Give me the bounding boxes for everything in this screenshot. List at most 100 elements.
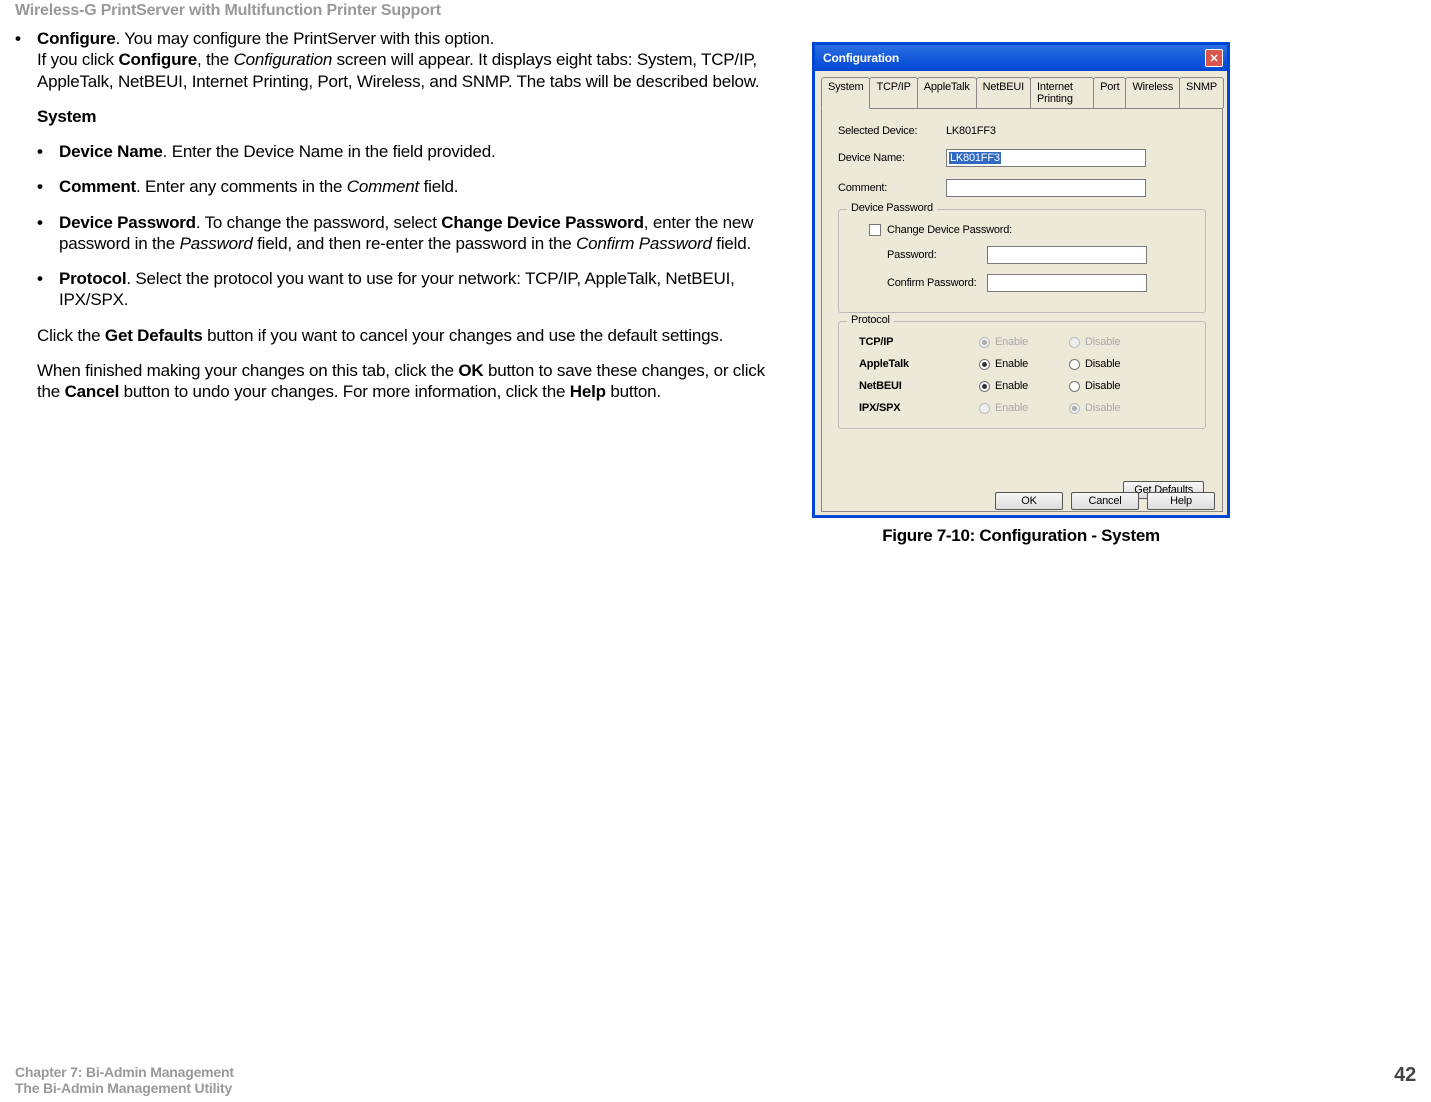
appletalk-disable-radio[interactable] xyxy=(1069,359,1080,370)
protocol-name: NetBEUI xyxy=(859,380,979,392)
configure-line: Configure. You may configure the PrintSe… xyxy=(37,28,775,49)
li-device-name: Device Name. Enter the Device Name in th… xyxy=(59,141,775,162)
appletalk-enable-radio[interactable] xyxy=(979,359,990,370)
page-number: 42 xyxy=(1394,1064,1416,1096)
protocol-name: IPX/SPX xyxy=(859,402,979,414)
confirm-password-label: Confirm Password: xyxy=(887,277,987,289)
bullet-dot: • xyxy=(37,176,59,197)
device-password-legend: Device Password xyxy=(847,202,937,214)
page-footer: Chapter 7: Bi-Admin Management The Bi-Ad… xyxy=(15,1064,1416,1096)
system-heading-text: System xyxy=(37,107,96,126)
bullet-dot: • xyxy=(15,28,37,49)
device-name-input[interactable]: LK801FF3 xyxy=(946,149,1146,167)
protocol-name: TCP/IP xyxy=(859,336,979,348)
disable-label: Disable xyxy=(1085,380,1120,392)
t: OK xyxy=(458,361,483,380)
tab-snmp[interactable]: SNMP xyxy=(1179,77,1224,108)
t: field. xyxy=(419,177,458,196)
close-button[interactable]: ✕ xyxy=(1205,49,1223,67)
t: button if you want to cancel your change… xyxy=(203,326,724,345)
protocol-row-tcpip: TCP/IP Enable Disable xyxy=(851,336,1193,348)
tab-netbeui[interactable]: NetBEUI xyxy=(976,77,1031,108)
t: Help xyxy=(570,382,606,401)
li-protocol: Protocol. Select the protocol you want t… xyxy=(59,268,775,311)
tab-appletalk[interactable]: AppleTalk xyxy=(917,77,977,108)
t: , the xyxy=(197,50,234,69)
confirm-password-input[interactable] xyxy=(987,274,1147,292)
li-comment: Comment. Enter any comments in the Comme… xyxy=(59,176,775,197)
disable-label: Disable xyxy=(1085,358,1120,370)
t: Confirm Password xyxy=(576,234,712,253)
change-password-checkbox[interactable] xyxy=(869,224,881,236)
tab-port[interactable]: Port xyxy=(1093,77,1126,108)
t: button to undo your changes. For more in… xyxy=(119,382,570,401)
t: field. xyxy=(712,234,751,253)
t: . To change the password, select xyxy=(196,213,441,232)
selected-device-label: Selected Device: xyxy=(838,125,946,137)
t: When finished making your changes on thi… xyxy=(37,361,458,380)
t: Click the xyxy=(37,326,105,345)
t: . Enter any comments in the xyxy=(136,177,347,196)
device-password-group: Device Password Change Device Password: … xyxy=(838,209,1206,313)
netbeui-enable-radio[interactable] xyxy=(979,381,990,392)
dialog-titlebar: Configuration ✕ xyxy=(815,45,1227,71)
protocol-name: AppleTalk xyxy=(859,358,979,370)
footer-sub: The Bi-Admin Management Utility xyxy=(15,1080,234,1096)
t: Configuration xyxy=(234,50,333,69)
configure-rest: . You may configure the PrintServer with… xyxy=(115,29,494,48)
t: . Select the protocol you want to use fo… xyxy=(59,269,735,309)
li-device-password: Device Password. To change the password,… xyxy=(59,212,775,255)
configure-bold: Configure xyxy=(37,29,115,48)
comment-input[interactable] xyxy=(946,179,1146,197)
t: If you click xyxy=(37,50,118,69)
page-header: Wireless-G PrintServer with Multifunctio… xyxy=(15,2,441,20)
ipxspx-disable-radio xyxy=(1069,403,1080,414)
device-name-label: Device Name: xyxy=(838,152,946,164)
password-input[interactable] xyxy=(987,246,1147,264)
dialog-button-row: OK Cancel Help xyxy=(995,492,1215,510)
t: field, and then re-enter the password in… xyxy=(253,234,576,253)
t: button. xyxy=(606,382,661,401)
t: Comment xyxy=(59,177,136,196)
password-label: Password: xyxy=(887,249,987,261)
bullet-dot: • xyxy=(37,268,59,311)
protocol-group: Protocol TCP/IP Enable Disable AppleTalk… xyxy=(838,321,1206,429)
t: Device Password xyxy=(59,213,196,232)
tab-content-system: Selected Device: LK801FF3 Device Name: L… xyxy=(821,109,1223,512)
ok-button[interactable]: OK xyxy=(995,492,1063,510)
tcpip-disable-radio xyxy=(1069,337,1080,348)
t: Get Defaults xyxy=(105,326,203,345)
t: Change Device Password xyxy=(441,213,644,232)
close-icon: ✕ xyxy=(1209,52,1218,65)
footer-chapter: Chapter 7: Bi-Admin Management xyxy=(15,1064,234,1080)
protocol-row-netbeui: NetBEUI Enable Disable xyxy=(851,380,1193,392)
tab-wireless[interactable]: Wireless xyxy=(1125,77,1180,108)
configure-para: If you click Configure, the Configuratio… xyxy=(37,49,775,92)
figure-wrap: Configuration ✕ System TCP/IP AppleTalk … xyxy=(812,42,1230,546)
help-button[interactable]: Help xyxy=(1147,492,1215,510)
t: Device Name xyxy=(59,142,163,161)
figure-caption: Figure 7-10: Configuration - System xyxy=(812,526,1230,546)
comment-label: Comment: xyxy=(838,182,946,194)
ipxspx-enable-radio xyxy=(979,403,990,414)
disable-label: Disable xyxy=(1085,402,1120,414)
change-password-label: Change Device Password: xyxy=(887,224,1012,236)
tab-tcpip[interactable]: TCP/IP xyxy=(869,77,917,108)
bullet-dot: • xyxy=(37,212,59,255)
t: Configure xyxy=(118,50,196,69)
netbeui-disable-radio[interactable] xyxy=(1069,381,1080,392)
finish-para: When finished making your changes on thi… xyxy=(37,360,775,403)
system-heading: System xyxy=(37,106,775,127)
protocol-legend: Protocol xyxy=(847,314,894,326)
tab-strip: System TCP/IP AppleTalk NetBEUI Internet… xyxy=(821,77,1223,109)
t: Protocol xyxy=(59,269,126,288)
protocol-row-ipxspx: IPX/SPX Enable Disable xyxy=(851,402,1193,414)
tcpip-enable-radio xyxy=(979,337,990,348)
enable-label: Enable xyxy=(995,358,1028,370)
t: Password xyxy=(180,234,253,253)
main-content: • Configure. You may configure the Print… xyxy=(15,28,775,416)
cancel-button[interactable]: Cancel xyxy=(1071,492,1139,510)
tab-internet-printing[interactable]: Internet Printing xyxy=(1030,77,1094,108)
tab-system[interactable]: System xyxy=(821,77,870,109)
t: Comment xyxy=(347,177,419,196)
